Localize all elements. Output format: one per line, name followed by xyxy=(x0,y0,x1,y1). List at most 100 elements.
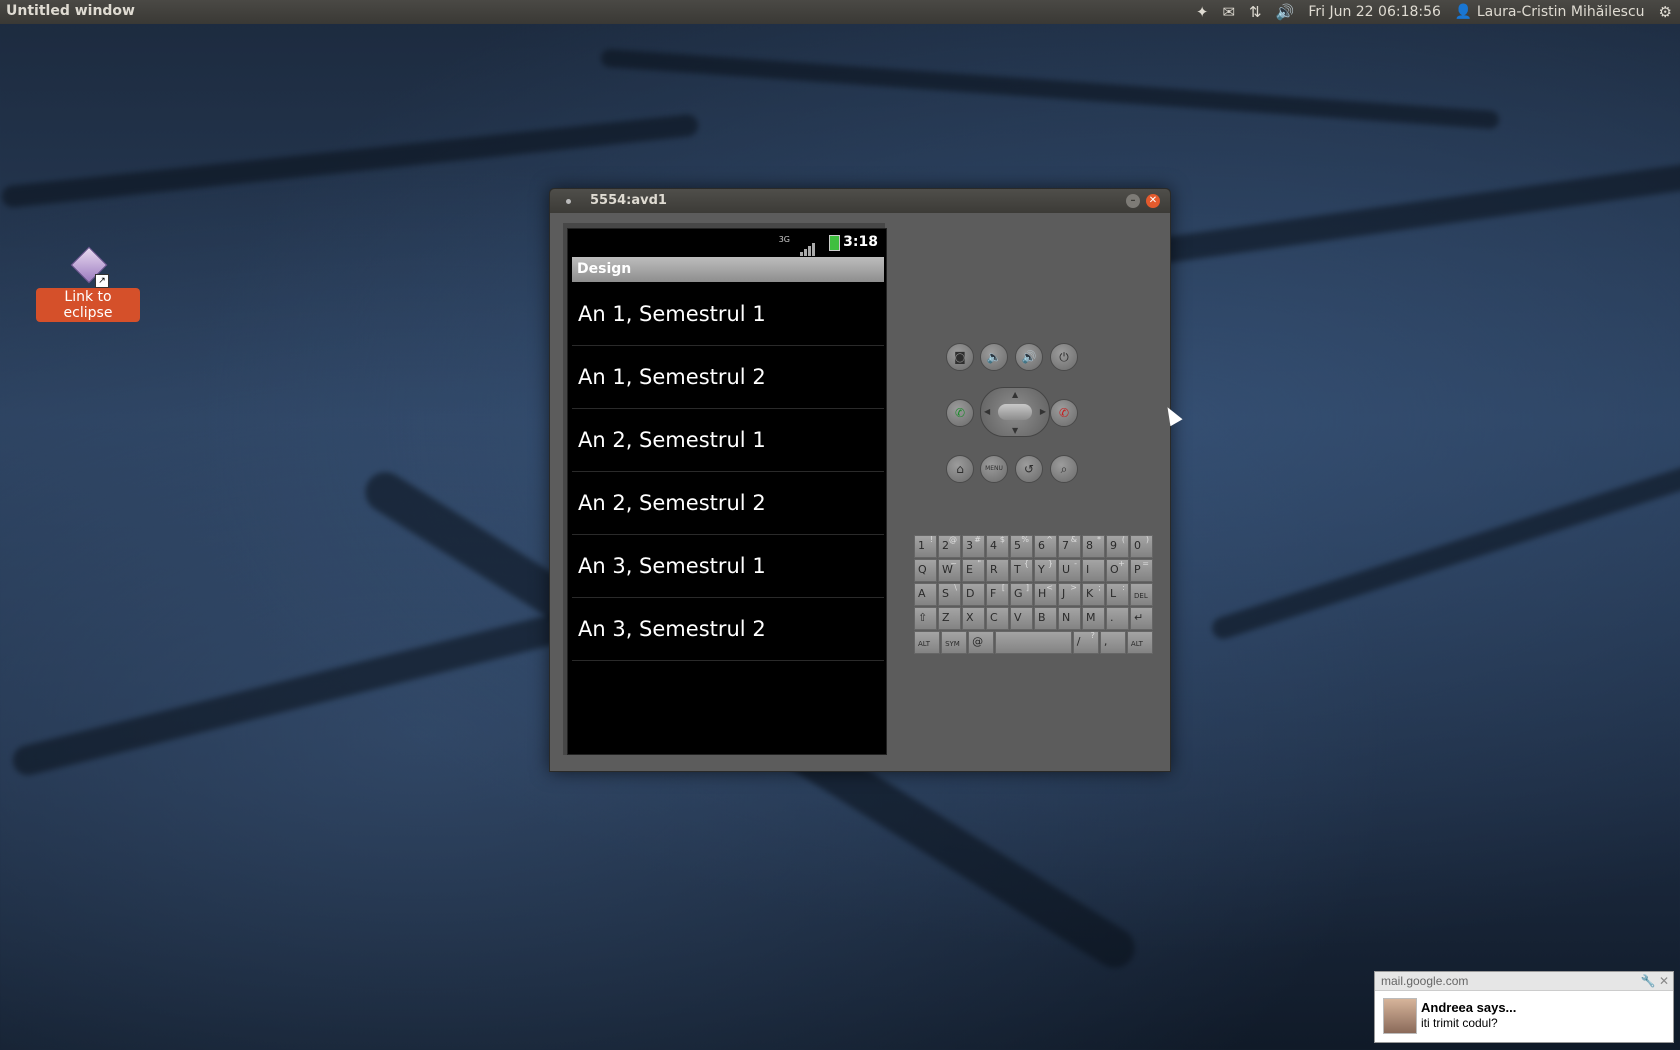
keyboard-key[interactable]: 9( xyxy=(1106,535,1129,558)
keyboard-key[interactable]: ⇧ xyxy=(914,607,937,630)
wallpaper-detail xyxy=(1209,460,1680,642)
keyboard-key[interactable]: X xyxy=(962,607,985,630)
keyboard-key[interactable]: 7 & xyxy=(1058,535,1081,558)
keyboard-key[interactable]: SYM xyxy=(941,631,968,654)
keyboard-key[interactable]: V xyxy=(1010,607,1033,630)
list-item[interactable]: An 1, Semestrul 1 xyxy=(572,283,884,346)
chat-notification[interactable]: mail.google.com 🔧 ✕ Andreea says... iti … xyxy=(1374,971,1674,1043)
back-icon[interactable]: ↺ xyxy=(1015,455,1043,483)
close-icon[interactable]: ✕ xyxy=(1659,974,1669,988)
minimize-button[interactable]: – xyxy=(1126,194,1140,208)
dropbox-icon[interactable]: ✦ xyxy=(1196,3,1209,21)
keyboard-key[interactable]: L: xyxy=(1106,583,1129,606)
keyboard-key[interactable]: M xyxy=(1082,607,1105,630)
keyboard-key[interactable]: 6 ^ xyxy=(1034,535,1057,558)
keyboard-key[interactable]: DEL xyxy=(1130,583,1153,606)
keyboard-key[interactable]: ALT xyxy=(1126,631,1153,654)
desktop-launcher-eclipse[interactable]: ↗ Link to eclipse xyxy=(36,246,140,322)
keyboard-key[interactable]: 2 @ xyxy=(938,535,961,558)
keyboard-key[interactable]: Q xyxy=(914,559,937,582)
close-button[interactable]: ✕ xyxy=(1146,194,1160,208)
window-titlebar[interactable]: 5554:avd1 – ✕ xyxy=(550,189,1170,213)
keyboard-key[interactable]: A xyxy=(914,583,937,606)
keyboard-key[interactable]: Y} xyxy=(1034,559,1057,582)
notification-sender: Andreea says... xyxy=(1421,1000,1517,1015)
keyboard-key[interactable]: N xyxy=(1058,607,1081,630)
desktop-icon-label: Link to eclipse xyxy=(36,288,140,322)
keyboard-key[interactable]: ALT xyxy=(914,631,941,654)
gear-icon[interactable]: ⚙ xyxy=(1659,3,1672,21)
keyboard-key[interactable]: U- xyxy=(1058,559,1081,582)
network-icon[interactable]: ⇅ xyxy=(1249,3,1262,21)
keyboard-key[interactable]: R xyxy=(986,559,1009,582)
keyboard-key[interactable]: 1! xyxy=(914,535,937,558)
volume-down-icon[interactable]: 🔈 xyxy=(980,343,1008,371)
keyboard-key[interactable]: 3 # xyxy=(962,535,985,558)
battery-icon xyxy=(829,235,840,251)
dpad[interactable]: ▲ ▼ ◀ ▶ xyxy=(980,387,1050,437)
volume-up-icon[interactable]: 🔊 xyxy=(1015,343,1043,371)
menu-button[interactable]: MENU xyxy=(980,455,1008,483)
emulator-body: 3G 3:18 Design An 1, Semestrul 1 An 1, S… xyxy=(550,213,1170,771)
settings-icon[interactable]: 🔧 xyxy=(1641,974,1656,988)
keyboard-key[interactable]: 5% xyxy=(1010,535,1033,558)
camera-icon[interactable]: ◙ xyxy=(946,343,974,371)
keyboard-key[interactable]: E " xyxy=(962,559,985,582)
eclipse-link-icon: ↗ xyxy=(70,246,109,288)
keyboard-key[interactable]: G] xyxy=(1010,583,1033,606)
user-menu[interactable]: 👤 Laura-Cristin Mihăilescu xyxy=(1455,4,1645,20)
keyboard-key[interactable]: K; xyxy=(1082,583,1105,606)
keyboard-key[interactable]: @ xyxy=(968,631,995,654)
active-window-title[interactable]: Untitled window xyxy=(6,3,135,19)
power-icon[interactable]: ⏻ xyxy=(1050,343,1078,371)
keyboard-key[interactable]: C xyxy=(986,607,1009,630)
keyboard-key[interactable]: , xyxy=(1099,631,1126,654)
list-item[interactable]: An 2, Semestrul 2 xyxy=(572,472,884,535)
keyboard-key[interactable]: F[ xyxy=(986,583,1009,606)
clock[interactable]: Fri Jun 22 06:18:56 xyxy=(1308,4,1441,20)
notification-source: mail.google.com 🔧 ✕ xyxy=(1375,972,1673,991)
call-icon[interactable]: ✆ xyxy=(946,399,974,427)
list-item[interactable]: An 3, Semestrul 2 xyxy=(572,598,884,661)
space-key[interactable] xyxy=(995,631,1072,654)
keyboard-key[interactable]: W ~ xyxy=(938,559,961,582)
keyboard-key[interactable]: D xyxy=(962,583,985,606)
home-icon[interactable]: ⌂ xyxy=(946,455,974,483)
notification-message: iti trimit codul? xyxy=(1421,1016,1498,1030)
keyboard-key[interactable]: O + xyxy=(1106,559,1129,582)
phone-screen[interactable]: 3G 3:18 Design An 1, Semestrul 1 An 1, S… xyxy=(567,228,887,755)
keyboard-key[interactable]: /? xyxy=(1072,631,1099,654)
emulator-window: 5554:avd1 – ✕ 3G 3:18 Design An 1, Semes… xyxy=(549,188,1171,772)
top-panel: Untitled window ✦ ✉ ⇅ 🔊 Fri Jun 22 06:18… xyxy=(0,0,1680,24)
dpad-center-button[interactable] xyxy=(998,404,1032,420)
keyboard-key[interactable]: 8 * xyxy=(1082,535,1105,558)
status-time: 3:18 xyxy=(843,234,878,250)
keyboard-key[interactable]: P = xyxy=(1130,559,1153,582)
mail-icon[interactable]: ✉ xyxy=(1222,3,1235,21)
list-item[interactable]: An 2, Semestrul 1 xyxy=(572,409,884,472)
search-icon[interactable]: ⌕ xyxy=(1050,455,1078,483)
wallpaper-detail xyxy=(1150,161,1680,265)
keyboard-key[interactable]: H < xyxy=(1034,583,1057,606)
user-name: Laura-Cristin Mihăilescu xyxy=(1476,4,1645,20)
keyboard-key[interactable]: J > xyxy=(1058,583,1081,606)
keyboard-key[interactable]: T{ xyxy=(1010,559,1033,582)
keyboard-key[interactable]: ↵ xyxy=(1130,607,1153,630)
keyboard-key[interactable]: B xyxy=(1034,607,1057,630)
keyboard-key[interactable]: S \ xyxy=(938,583,961,606)
network-type: 3G xyxy=(778,235,790,244)
list-item[interactable]: An 1, Semestrul 2 xyxy=(572,346,884,409)
window-menu-icon[interactable] xyxy=(566,199,571,204)
keyboard-key[interactable]: I xyxy=(1082,559,1105,582)
app-title-bar: Design xyxy=(572,257,884,282)
user-icon: 👤 xyxy=(1454,4,1473,20)
avatar xyxy=(1383,998,1417,1034)
keyboard-key[interactable]: 0) xyxy=(1130,535,1153,558)
keyboard-key[interactable]: Z xyxy=(938,607,961,630)
keyboard-key[interactable]: 4 $ xyxy=(986,535,1009,558)
keyboard-key[interactable]: . xyxy=(1106,607,1129,630)
list-item[interactable]: An 3, Semestrul 1 xyxy=(572,535,884,598)
end-call-icon[interactable]: ✆ xyxy=(1050,399,1078,427)
volume-icon[interactable]: 🔊 xyxy=(1276,3,1295,21)
window-title: 5554:avd1 xyxy=(590,193,667,208)
